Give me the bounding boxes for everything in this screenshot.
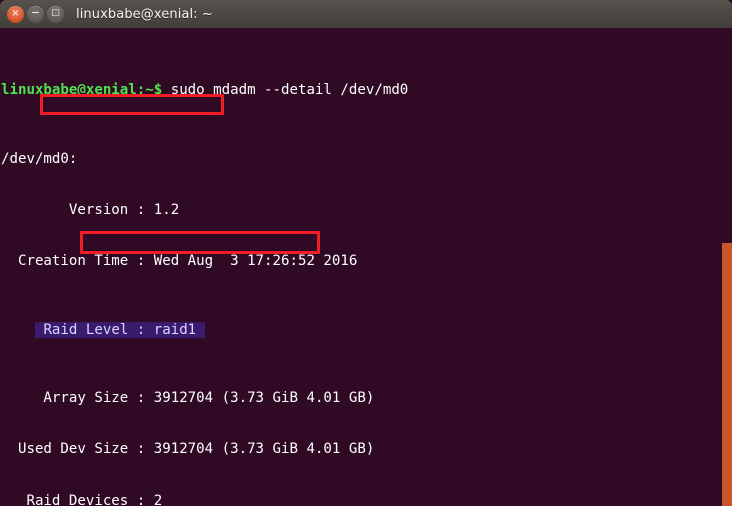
terminal-screen: linuxbabe@xenial:~$ sudo mdadm --detail … (1, 31, 536, 506)
scrollbar-track[interactable] (722, 56, 732, 506)
selected-text-raid-level: Raid Level : raid1 (35, 322, 205, 338)
output-text: Raid Devices : 2 (1, 493, 162, 506)
output-line: Used Dev Size : 3912704 (3.73 GiB 4.01 G… (1, 441, 536, 458)
output-text: Used Dev Size : 3912704 (3.73 GiB 4.01 G… (1, 441, 374, 457)
indent (1, 322, 35, 338)
output-text: Array Size : 3912704 (3.73 GiB 4.01 GB) (1, 390, 374, 406)
window-title: linuxbabe@xenial: ~ (76, 7, 213, 22)
output-text: /dev/md0: (1, 151, 77, 167)
scrollbar-thumb[interactable] (722, 243, 732, 506)
window-titlebar[interactable]: × − □ linuxbabe@xenial: ~ (0, 0, 732, 28)
shell-prompt: linuxbabe@xenial:~$ (1, 82, 162, 98)
maximize-glyph: □ (51, 9, 60, 18)
output-line: Creation Time : Wed Aug 3 17:26:52 2016 (1, 253, 536, 270)
window-controls: × − □ (0, 6, 64, 23)
close-icon[interactable]: × (7, 6, 24, 23)
output-text: Creation Time : Wed Aug 3 17:26:52 2016 (1, 253, 357, 269)
minimize-glyph: − (31, 7, 40, 18)
output-text: Version : 1.2 (1, 202, 179, 218)
maximize-icon[interactable]: □ (47, 6, 64, 23)
close-glyph: × (11, 9, 19, 19)
shell-command: sudo mdadm --detail /dev/md0 (162, 82, 408, 98)
output-line-raid-level: Raid Level : raid1 (1, 322, 536, 339)
output-line: /dev/md0: (1, 151, 536, 168)
terminal-window: × − □ linuxbabe@xenial: ~ linuxbabe@xeni… (0, 0, 732, 506)
output-line: Array Size : 3912704 (3.73 GiB 4.01 GB) (1, 390, 536, 407)
command-line: linuxbabe@xenial:~$ sudo mdadm --detail … (1, 82, 536, 99)
output-line: Raid Devices : 2 (1, 493, 536, 506)
minimize-icon[interactable]: − (27, 6, 44, 23)
output-line: Version : 1.2 (1, 202, 536, 219)
terminal-body[interactable]: linuxbabe@xenial:~$ sudo mdadm --detail … (0, 28, 732, 506)
